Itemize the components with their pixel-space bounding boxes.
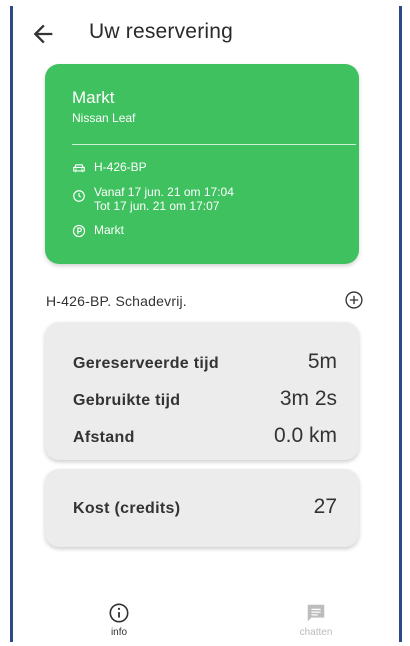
cost-row: Kost (credits) 27 [45,495,359,521]
distance-label: Afstand [73,429,135,446]
chat-icon [286,602,346,624]
cost-value: 27 [313,495,337,518]
parking-icon [72,224,86,238]
parking-row: Markt [72,223,335,238]
plate-text: H-426-BP [94,160,147,174]
used-time-value: 3m 2s [279,387,337,410]
time-row: Vanaf 17 jun. 21 om 17:04 Tot 17 jun. 21… [72,185,335,213]
nav-chat[interactable]: chatten [286,602,346,638]
usage-card: Gereserveerde tijd 5m Gebruikte tijd 3m … [45,322,359,460]
damage-status-row: H-426-BP. Schadevrij. [46,290,364,314]
nav-info[interactable]: info [89,602,149,638]
plus-circle-icon[interactable] [344,290,364,310]
distance-value: 0.0 km [273,424,337,447]
car-model: Nissan Leaf [72,111,136,125]
plate-row: H-426-BP [72,160,335,175]
used-time-label: Gebruikte tijd [73,392,181,409]
top-bar: Uw reservering [13,6,399,62]
info-icon [89,602,149,624]
nav-info-label: info [110,627,128,638]
reservation-card: Markt Nissan Leaf H-426-BP Vanaf 17 jun.… [45,64,359,264]
app-frame: Uw reservering Markt Nissan Leaf H-426-B… [10,6,402,642]
bottom-nav: info chatten [13,592,399,642]
reserved-time-row: Gereserveerde tijd 5m [45,350,359,376]
from-time: Vanaf 17 jun. 21 om 17:04 [94,185,234,199]
nav-chat-label: chatten [299,627,333,638]
damage-status-text: H-426-BP. Schadevrij. [46,293,187,309]
to-time: Tot 17 jun. 21 om 17:07 [94,199,220,213]
used-time-row: Gebruikte tijd 3m 2s [45,387,359,413]
cost-card: Kost (credits) 27 [45,469,359,547]
reserved-time-label: Gereserveerde tijd [73,355,219,372]
location-name: Markt [72,88,115,107]
reserved-time-value: 5m [307,350,337,373]
card-divider [72,144,356,145]
cost-label: Kost (credits) [73,500,181,517]
page-title: Uw reservering [89,20,234,43]
clock-icon [72,189,86,203]
arrow-left-icon[interactable] [29,20,57,48]
car-icon [72,161,86,175]
parking-text: Markt [94,223,124,237]
distance-row: Afstand 0.0 km [45,424,359,450]
